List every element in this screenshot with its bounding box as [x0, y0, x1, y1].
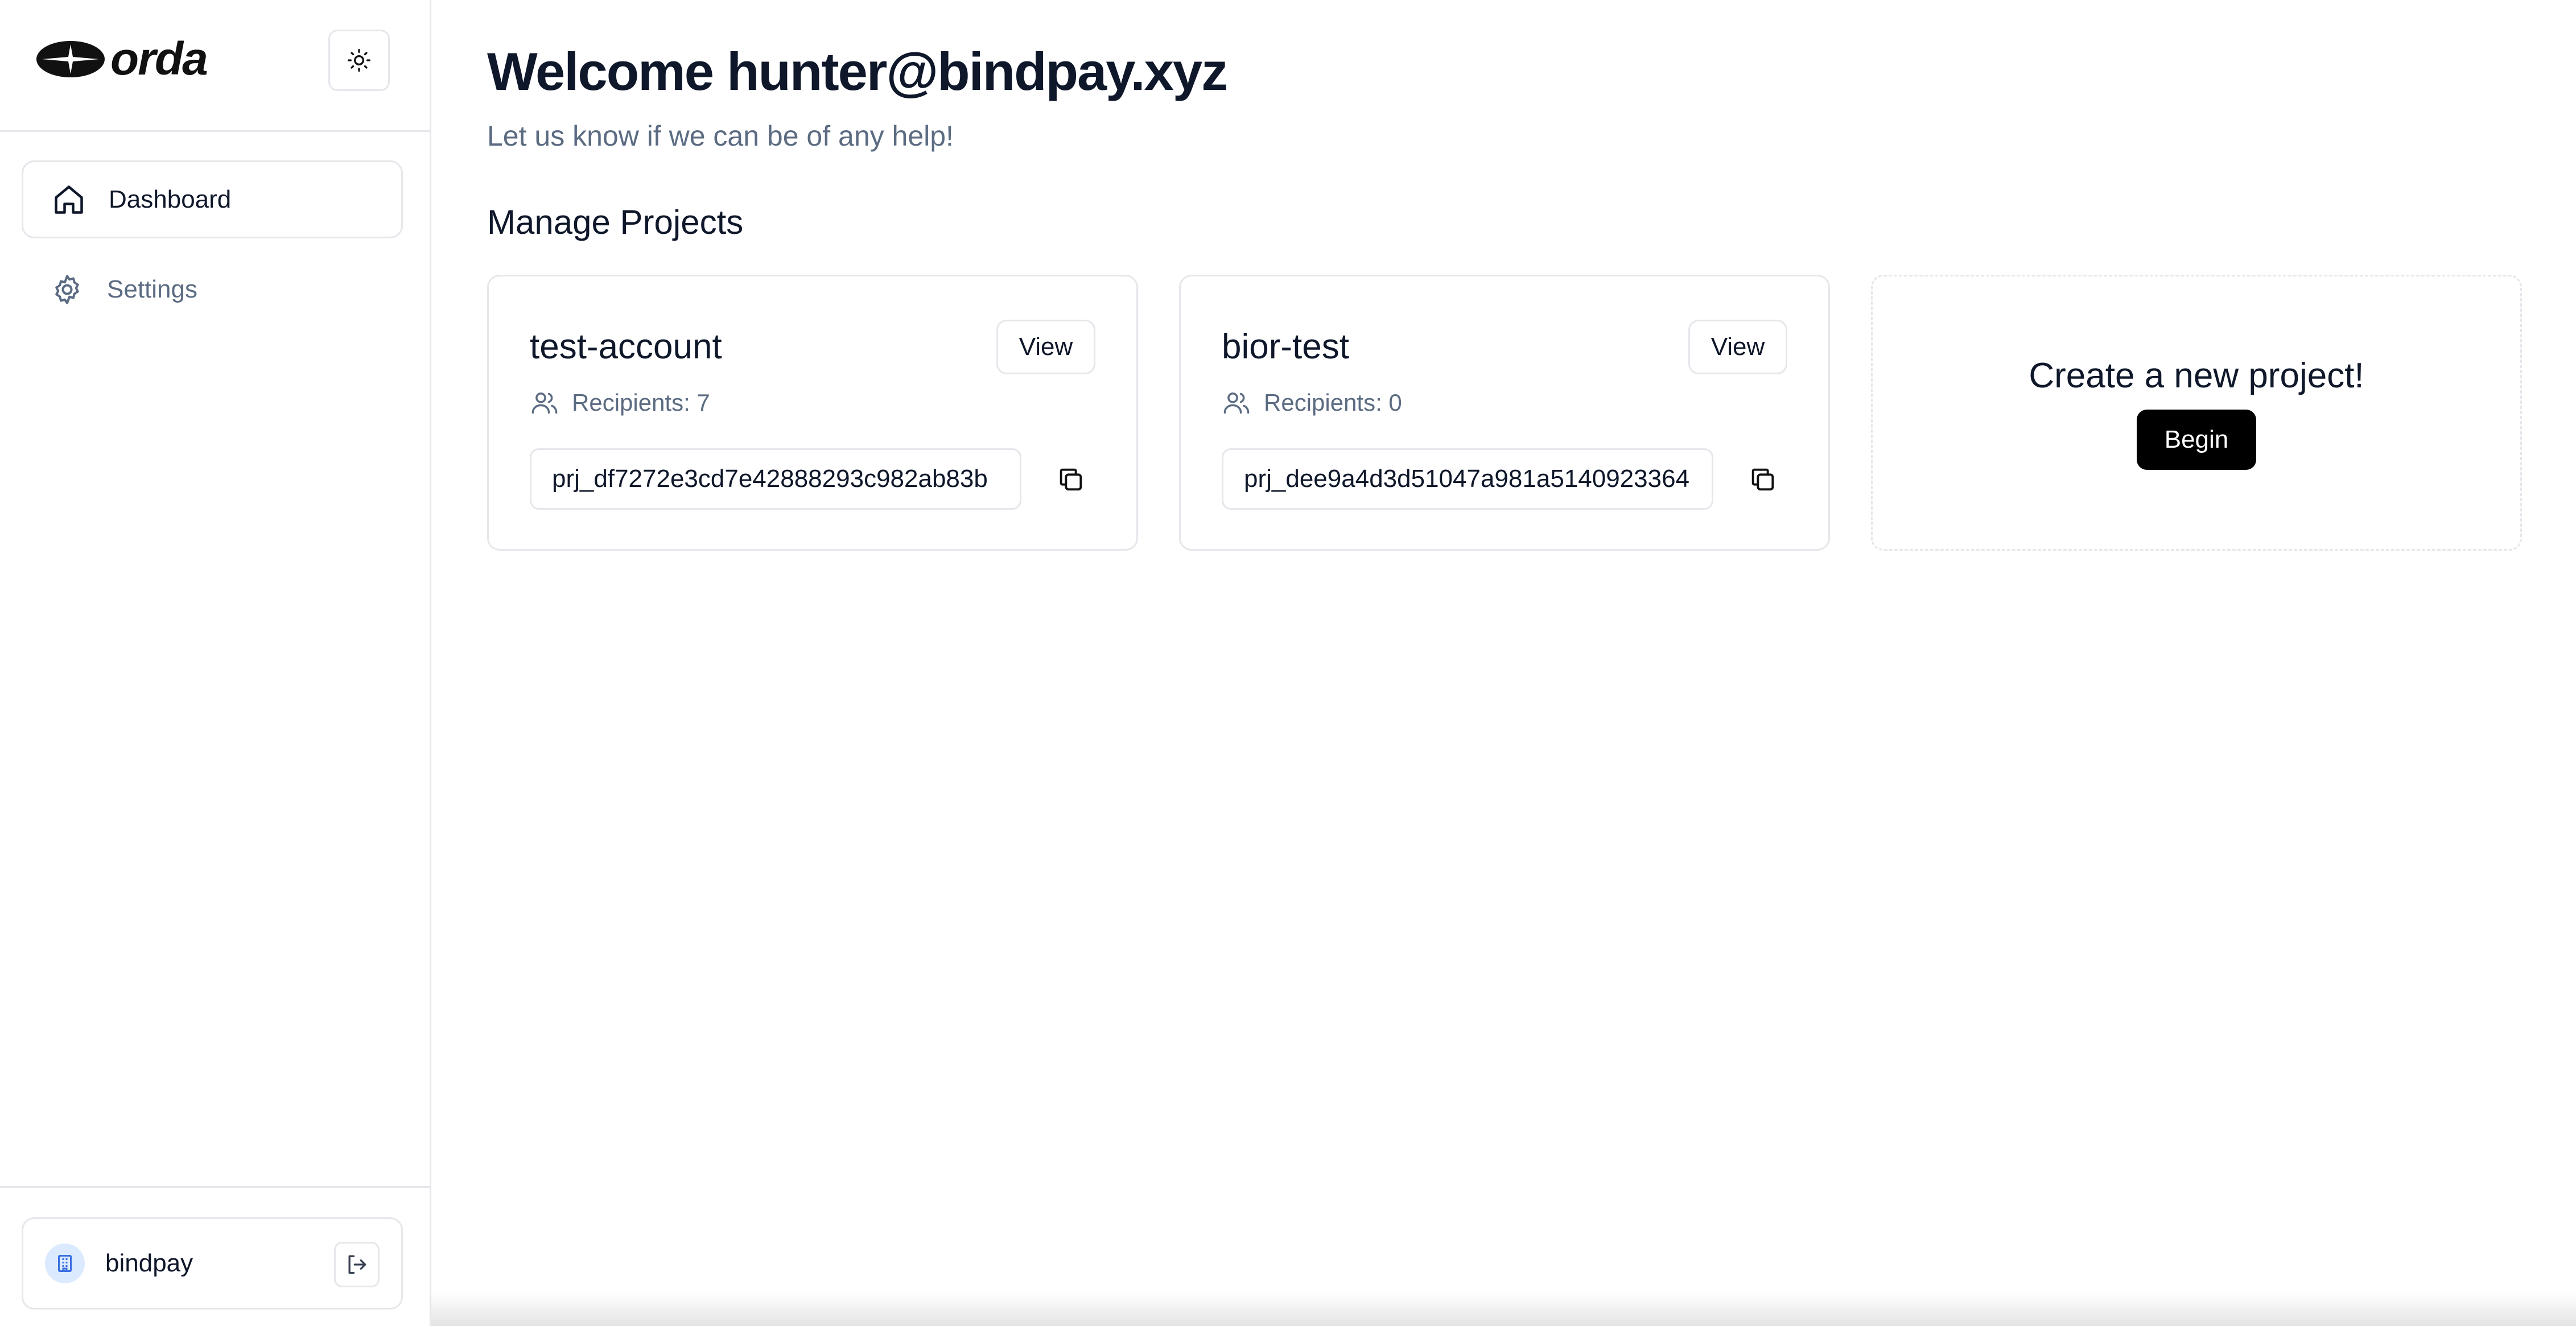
page-title: Welcome hunter@bindpay.xyz [487, 42, 1228, 101]
copy-id-button[interactable] [1737, 454, 1788, 505]
logo[interactable]: orda [35, 33, 208, 85]
recipients-label: Recipients: 0 [1264, 389, 1402, 416]
view-project-button[interactable]: View [1688, 320, 1787, 374]
logo-text: orda [110, 33, 208, 85]
project-id-field[interactable]: prj_df7272e3cd7e42888293c982ab83b [530, 448, 1021, 510]
recipients-count: Recipients: 0 [1222, 388, 1402, 418]
copy-id-button[interactable] [1045, 454, 1097, 505]
page-subtitle: Let us know if we can be of any help! [487, 120, 954, 152]
org-avatar [45, 1244, 85, 1283]
project-id-field[interactable]: prj_dee9a4d3d51047a981a5140923364 [1222, 448, 1713, 510]
sidebar-item-dashboard[interactable]: Dashboard [22, 160, 403, 238]
new-project-title: Create a new project! [2029, 356, 2364, 395]
begin-button[interactable]: Begin [2137, 410, 2256, 470]
sidebar-header: orda [0, 0, 430, 132]
app-root: orda Dashboard Settings bindpay Welcome … [0, 0, 2576, 1326]
new-project-card: Create a new project! Begin [1871, 275, 2522, 551]
project-name: test-account [530, 327, 722, 366]
section-title: Manage Projects [487, 203, 744, 241]
home-icon [55, 185, 83, 214]
sidebar-footer: bindpay [0, 1186, 430, 1326]
theme-toggle-button[interactable] [328, 30, 390, 91]
users-icon [531, 393, 558, 414]
org-switcher[interactable]: bindpay [22, 1217, 403, 1310]
project-name: bior-test [1222, 327, 1349, 366]
building-icon [58, 1255, 72, 1272]
recipients-count: Recipients: 7 [530, 388, 710, 418]
recipients-label: Recipients: 7 [572, 389, 710, 416]
logout-button[interactable] [334, 1242, 380, 1287]
main-content: Welcome hunter@bindpay.xyz Let us know i… [431, 0, 2576, 1326]
view-project-button[interactable]: View [996, 320, 1095, 374]
gear-icon [55, 274, 79, 304]
sun-icon [348, 49, 370, 72]
users-icon [1223, 393, 1250, 414]
copy-icon [1751, 468, 1774, 491]
logout-icon [348, 1255, 366, 1274]
sidebar: orda Dashboard Settings bindpay [0, 0, 431, 1326]
project-card: bior-test View Recipients: 0 prj_dee9a4d… [1179, 275, 1830, 551]
sidebar-item-label: Settings [107, 275, 197, 303]
orda-logo-icon [36, 41, 105, 77]
bottom-shadow [431, 1292, 2576, 1326]
sidebar-item-settings[interactable]: Settings [22, 250, 403, 328]
project-card: test-account View Recipients: 7 prj_df72… [487, 275, 1138, 551]
sidebar-item-label: Dashboard [109, 185, 232, 213]
org-name: bindpay [105, 1249, 193, 1277]
copy-icon [1060, 468, 1082, 491]
